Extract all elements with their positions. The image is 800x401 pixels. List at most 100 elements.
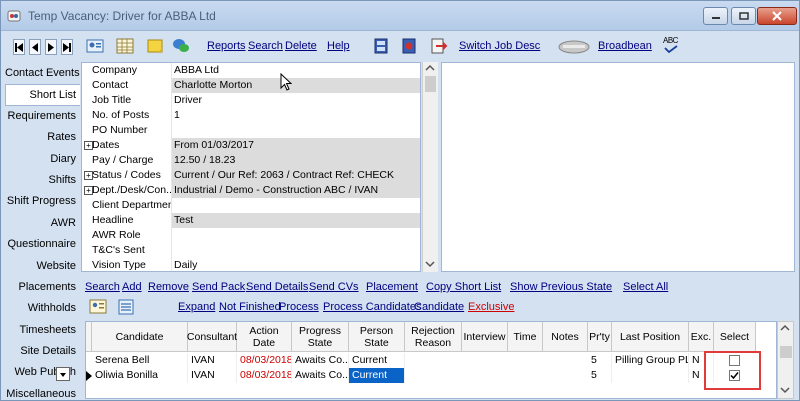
nav-placements[interactable]: Placements bbox=[5, 277, 80, 298]
detail-row-vision-type[interactable]: Vision Type Daily bbox=[82, 258, 420, 271]
detail-row-po-number[interactable]: PO Number bbox=[82, 123, 420, 138]
detail-row-tcs-sent[interactable]: T&C's Sent bbox=[82, 243, 420, 258]
process-candidates-link[interactable]: Process Candidates bbox=[323, 301, 421, 313]
maximize-icon bbox=[738, 12, 749, 20]
add-action-link[interactable]: Add bbox=[122, 281, 142, 293]
nav-withholds[interactable]: Withholds bbox=[5, 298, 80, 319]
list-icon[interactable] bbox=[117, 298, 135, 316]
col-header-consultant[interactable]: Consultant bbox=[187, 322, 237, 352]
col-header-priority[interactable]: Pr'ty bbox=[588, 322, 612, 352]
job-description-panel[interactable] bbox=[441, 62, 795, 272]
scroll-down-icon[interactable] bbox=[778, 384, 793, 396]
col-header-person-state[interactable]: Person State bbox=[349, 322, 405, 352]
col-header-time[interactable]: Time bbox=[508, 322, 543, 352]
nav-timesheets[interactable]: Timesheets bbox=[5, 320, 80, 341]
col-header-exc[interactable]: Exc. bbox=[689, 322, 714, 352]
delete-link[interactable]: Delete bbox=[285, 40, 317, 52]
detail-row-contact[interactable]: Contact Charlotte Morton bbox=[82, 78, 420, 93]
exit-icon[interactable] bbox=[428, 36, 448, 56]
cell-person-state-selected[interactable]: Current bbox=[349, 368, 405, 383]
switch-job-desc-link[interactable]: Switch Job Desc bbox=[459, 40, 540, 52]
send-details-link[interactable]: Send Details bbox=[246, 281, 308, 293]
expand-link[interactable]: Expand bbox=[178, 301, 215, 313]
detail-row-no-of-posts[interactable]: No. of Posts 1 bbox=[82, 108, 420, 123]
title-bar: Temp Vacancy: Driver for ABBA Ltd bbox=[1, 1, 799, 31]
scroll-up-icon[interactable] bbox=[423, 62, 437, 74]
exclusive-link[interactable]: Exclusive bbox=[468, 301, 514, 313]
details-scrollbar[interactable] bbox=[422, 62, 438, 272]
nav-shift-progress[interactable]: Shift Progress bbox=[5, 191, 80, 212]
minimize-button[interactable] bbox=[703, 7, 728, 25]
nav-shifts[interactable]: Shifts bbox=[5, 170, 80, 191]
nav-requirements[interactable]: Requirements bbox=[5, 106, 80, 127]
grid-view-icon[interactable] bbox=[115, 36, 135, 56]
scroll-down-icon[interactable] bbox=[423, 258, 437, 270]
detail-row-client-department[interactable]: Client Department bbox=[82, 198, 420, 213]
nav-site-details[interactable]: Site Details bbox=[5, 341, 80, 362]
nav-awr[interactable]: AWR bbox=[5, 213, 80, 234]
col-header-rejection-reason[interactable]: Rejection Reason bbox=[405, 322, 462, 352]
col-header-action-date[interactable]: Action Date bbox=[237, 322, 292, 352]
scroll-up-icon[interactable] bbox=[778, 322, 793, 334]
note-icon[interactable] bbox=[145, 36, 165, 56]
copy-short-list-link[interactable]: Copy Short List bbox=[426, 281, 501, 293]
not-finished-link[interactable]: Not Finished bbox=[219, 301, 281, 313]
previous-icon bbox=[32, 42, 38, 52]
chat-icon[interactable] bbox=[171, 36, 191, 56]
grid-scrollbar[interactable] bbox=[777, 321, 794, 399]
scroll-thumb[interactable] bbox=[425, 76, 436, 92]
candidate-link[interactable]: Candidate bbox=[414, 301, 464, 313]
detail-row-dates[interactable]: + Dates From 01/03/2017 bbox=[82, 138, 420, 153]
reports-link[interactable]: Reports bbox=[207, 40, 246, 52]
detail-row-company[interactable]: Company ABBA Ltd bbox=[82, 63, 420, 78]
broadbean-logo-icon[interactable] bbox=[557, 36, 591, 56]
nav-diary[interactable]: Diary bbox=[5, 149, 80, 170]
help-link[interactable]: Help bbox=[327, 40, 350, 52]
select-all-link[interactable]: Select All bbox=[623, 281, 668, 293]
last-record-button[interactable] bbox=[61, 39, 73, 55]
col-header-progress-state[interactable]: Progress State bbox=[292, 322, 349, 352]
first-record-button[interactable] bbox=[13, 39, 25, 55]
col-header-last-position[interactable]: Last Position bbox=[612, 322, 689, 352]
nav-short-list[interactable]: Short List bbox=[5, 84, 80, 106]
col-header-interview[interactable]: Interview bbox=[462, 322, 508, 352]
spellcheck-button[interactable]: ABC bbox=[663, 36, 679, 53]
maximize-button[interactable] bbox=[731, 7, 756, 25]
nav-dropdown-button[interactable] bbox=[56, 367, 70, 381]
nav-questionnaire[interactable]: Questionnaire bbox=[5, 234, 80, 255]
search-link[interactable]: Search bbox=[248, 40, 283, 52]
export-icon[interactable] bbox=[371, 36, 391, 56]
detail-row-pay-charge[interactable]: Pay / Charge 12.50 / 18.23 bbox=[82, 153, 420, 168]
detail-row-job-title[interactable]: Job Title Driver bbox=[82, 93, 420, 108]
detail-row-dept-desk-con[interactable]: + Dept./Desk/Con... Industrial / Demo - … bbox=[82, 183, 420, 198]
person-card-icon[interactable] bbox=[89, 298, 107, 316]
vacancy-details-panel: Company ABBA Ltd Contact Charlotte Morto… bbox=[81, 62, 421, 272]
nav-contact-events[interactable]: Contact Events bbox=[5, 63, 80, 84]
previous-record-button[interactable] bbox=[29, 39, 41, 55]
col-header-select[interactable]: Select bbox=[714, 322, 756, 352]
show-previous-state-link[interactable]: Show Previous State bbox=[510, 281, 612, 293]
col-header-candidate[interactable]: Candidate bbox=[92, 322, 188, 352]
contacts-icon[interactable] bbox=[85, 36, 105, 56]
broadbean-link[interactable]: Broadbean bbox=[598, 40, 652, 52]
next-icon bbox=[48, 42, 54, 52]
send-cvs-link[interactable]: Send CVs bbox=[309, 281, 359, 293]
search-action-link[interactable]: Search bbox=[85, 281, 120, 293]
remove-action-link[interactable]: Remove bbox=[148, 281, 189, 293]
detail-row-awr-role[interactable]: AWR Role bbox=[82, 228, 420, 243]
import-icon[interactable] bbox=[399, 36, 419, 56]
col-header-notes[interactable]: Notes bbox=[543, 322, 588, 352]
placement-link[interactable]: Placement bbox=[366, 281, 418, 293]
send-pack-link[interactable]: Send Pack bbox=[192, 281, 245, 293]
nav-miscellaneous[interactable]: Miscellaneous bbox=[5, 384, 80, 399]
detail-row-headline[interactable]: Headline Test bbox=[82, 213, 420, 228]
process-link[interactable]: Process bbox=[279, 301, 319, 313]
nav-rates[interactable]: Rates bbox=[5, 127, 80, 148]
detail-row-status-codes[interactable]: + Status / Codes Current / Our Ref: 2063… bbox=[82, 168, 420, 183]
close-button[interactable] bbox=[757, 7, 797, 25]
next-record-button[interactable] bbox=[45, 39, 57, 55]
cell-person-state: Current bbox=[349, 353, 405, 368]
scroll-thumb[interactable] bbox=[780, 346, 792, 358]
nav-website[interactable]: Website bbox=[5, 256, 80, 277]
cell-consultant: IVAN bbox=[188, 353, 237, 368]
